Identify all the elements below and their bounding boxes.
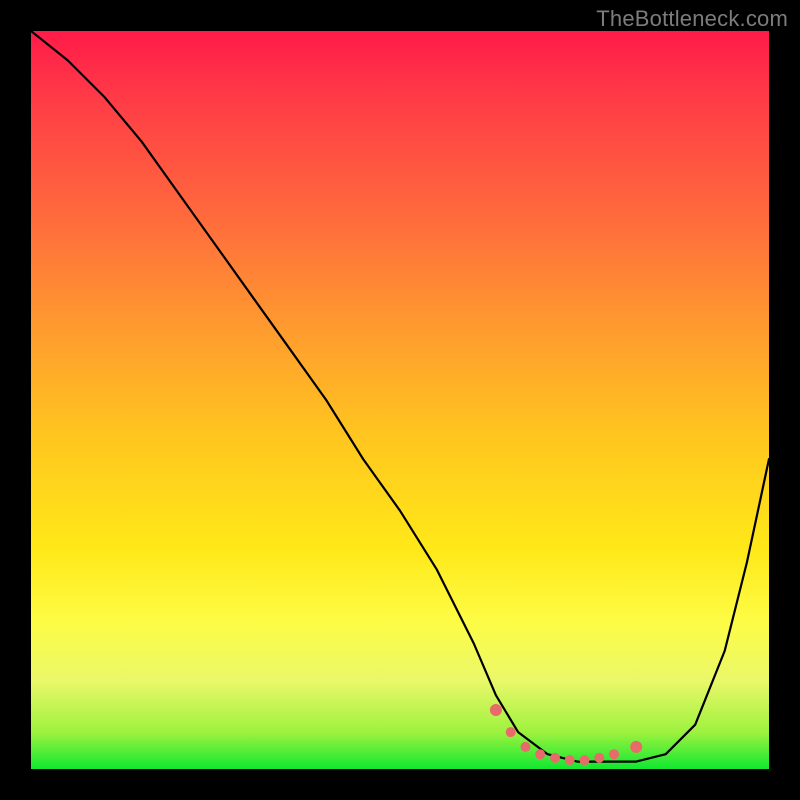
highlight-dot bbox=[490, 704, 502, 716]
highlight-dot bbox=[521, 742, 531, 752]
highlight-dots bbox=[490, 704, 642, 765]
highlight-dot bbox=[506, 727, 516, 737]
watermark-text: TheBottleneck.com bbox=[596, 6, 788, 32]
bottleneck-curve bbox=[31, 31, 769, 762]
highlight-dot bbox=[630, 741, 642, 753]
highlight-dot bbox=[565, 755, 575, 765]
plot-area bbox=[31, 31, 769, 769]
curve-layer bbox=[31, 31, 769, 769]
highlight-dot bbox=[550, 753, 560, 763]
highlight-dot bbox=[594, 753, 604, 763]
highlight-dot bbox=[535, 749, 545, 759]
chart-frame: TheBottleneck.com bbox=[0, 0, 800, 800]
highlight-dot bbox=[580, 755, 590, 765]
highlight-dot bbox=[609, 749, 619, 759]
